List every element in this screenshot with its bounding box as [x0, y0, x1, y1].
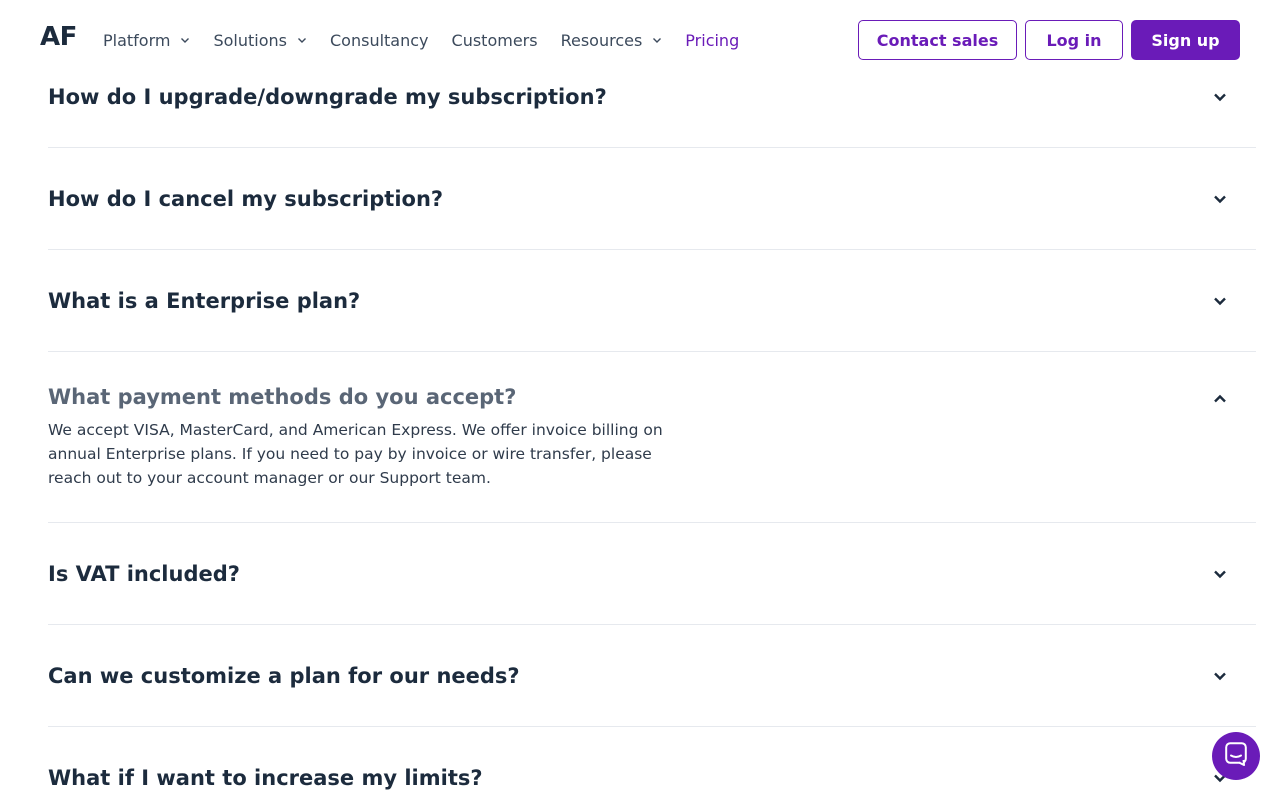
- chevron-down-icon: [1210, 564, 1230, 584]
- faq-question-toggle[interactable]: Can we customize a plan for our needs?: [48, 625, 1256, 726]
- faq-list: How do I upgrade/downgrade my subscripti…: [48, 46, 1256, 800]
- chevron-down-icon: [180, 35, 190, 45]
- nav-label: Consultancy: [330, 30, 429, 50]
- nav-resources[interactable]: Resources: [561, 31, 663, 50]
- nav-label: Resources: [560, 30, 643, 50]
- faq-question: How do I cancel my subscription?: [48, 186, 444, 211]
- faq-question: Is VAT included?: [48, 561, 240, 586]
- faq-question-toggle[interactable]: What is a Enterprise plan?: [48, 250, 1256, 351]
- chevron-up-icon: [1210, 389, 1230, 409]
- contact-sales-button[interactable]: Contact sales: [858, 20, 1017, 60]
- faq-question-toggle[interactable]: What payment methods do you accept?: [48, 352, 1256, 414]
- nav-label: Platform: [103, 30, 171, 50]
- login-button[interactable]: Log in: [1025, 20, 1123, 60]
- nav-customers[interactable]: Customers: [452, 31, 538, 50]
- faq-item: What if I want to increase my limits?: [48, 727, 1256, 800]
- faq-question: How do I upgrade/downgrade my subscripti…: [48, 84, 607, 109]
- nav-label: Solutions: [213, 30, 287, 50]
- faq-item-expanded: What payment methods do you accept? We a…: [48, 352, 1256, 523]
- main-nav: Platform Solutions Consultancy Customers…: [103, 28, 762, 52]
- chevron-down-icon: [1210, 87, 1230, 107]
- nav-label: Pricing: [685, 30, 740, 50]
- faq-item: Is VAT included?: [48, 523, 1256, 625]
- faq-question: What payment methods do you accept?: [48, 385, 517, 409]
- faq-question: What is a Enterprise plan?: [48, 288, 361, 313]
- faq-item: What is a Enterprise plan?: [48, 250, 1256, 352]
- nav-consultancy[interactable]: Consultancy: [330, 31, 429, 50]
- faq-question-toggle[interactable]: How do I cancel my subscription?: [48, 148, 1256, 249]
- nav-solutions[interactable]: Solutions: [213, 31, 307, 50]
- nav-pricing[interactable]: Pricing: [685, 31, 739, 50]
- nav-label: Customers: [451, 30, 538, 50]
- faq-item: How do I cancel my subscription?: [48, 148, 1256, 250]
- faq-question-toggle[interactable]: What if I want to increase my limits?: [48, 727, 1256, 800]
- faq-item: Can we customize a plan for our needs?: [48, 625, 1256, 727]
- faq-question-toggle[interactable]: Is VAT included?: [48, 523, 1256, 624]
- chevron-down-icon: [297, 35, 307, 45]
- chevron-down-icon: [1210, 189, 1230, 209]
- chevron-down-icon: [1210, 291, 1230, 311]
- chevron-down-icon: [1210, 666, 1230, 686]
- logo[interactable]: AF: [40, 22, 77, 52]
- faq-question: What if I want to increase my limits?: [48, 765, 483, 790]
- chat-bubble-icon: [1225, 742, 1247, 770]
- faq-question: Can we customize a plan for our needs?: [48, 663, 520, 688]
- chevron-down-icon: [652, 35, 662, 45]
- nav-platform[interactable]: Platform: [103, 31, 190, 50]
- chat-launcher-button[interactable]: [1212, 732, 1260, 780]
- signup-button[interactable]: Sign up: [1131, 20, 1240, 60]
- faq-answer: We accept VISA, MasterCard, and American…: [48, 421, 663, 487]
- site-header: AF Platform Solutions Consultancy Custom…: [0, 0, 1280, 80]
